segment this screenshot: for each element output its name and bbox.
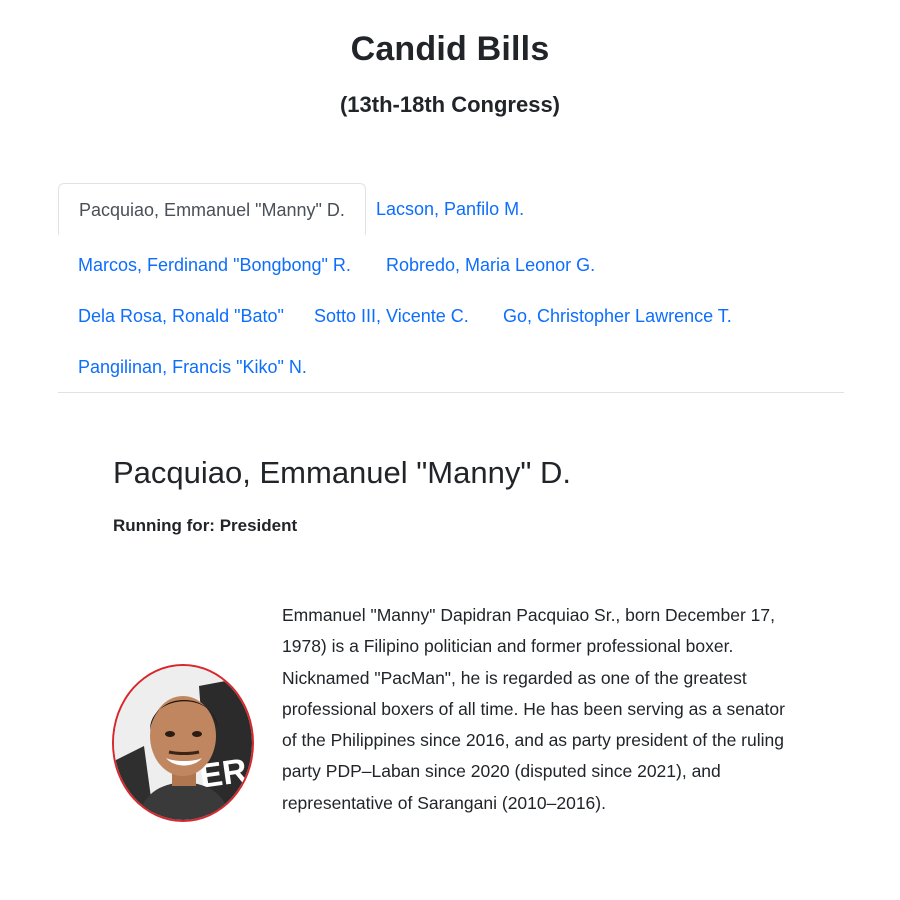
- page-title: Candid Bills: [350, 30, 550, 68]
- candidate-photo: ERA: [112, 664, 254, 822]
- page-subtitle: (13th-18th Congress): [339, 92, 561, 117]
- tab-go[interactable]: Go, Christopher Lawrence T.: [483, 290, 752, 342]
- candidate-tabs: Pacquiao, Emmanuel "Manny" D. Lacson, Pa…: [58, 183, 844, 393]
- candidate-bio: Emmanuel "Manny" Dapidran Pacquiao Sr., …: [282, 605, 785, 813]
- tab-marcos[interactable]: Marcos, Ferdinand "Bongbong" R.: [58, 239, 371, 291]
- tab-sotto[interactable]: Sotto III, Vicente C.: [294, 290, 489, 342]
- candidate-name: Pacquiao, Emmanuel "Manny" D.: [113, 455, 571, 490]
- tab-robredo[interactable]: Robredo, Maria Leonor G.: [366, 239, 615, 291]
- tab-lacson[interactable]: Lacson, Panfilo M.: [356, 183, 544, 235]
- running-for-label: Running for: President: [113, 516, 298, 535]
- tab-pacquiao[interactable]: Pacquiao, Emmanuel "Manny" D.: [58, 183, 366, 235]
- tab-pangilinan[interactable]: Pangilinan, Francis "Kiko" N.: [58, 341, 327, 393]
- tab-dela-rosa[interactable]: Dela Rosa, Ronald "Bato": [58, 290, 304, 342]
- page: Candid Bills (13th-18th Congress) Pacqui…: [0, 0, 900, 900]
- candidate-photo-image: ERA: [114, 666, 252, 820]
